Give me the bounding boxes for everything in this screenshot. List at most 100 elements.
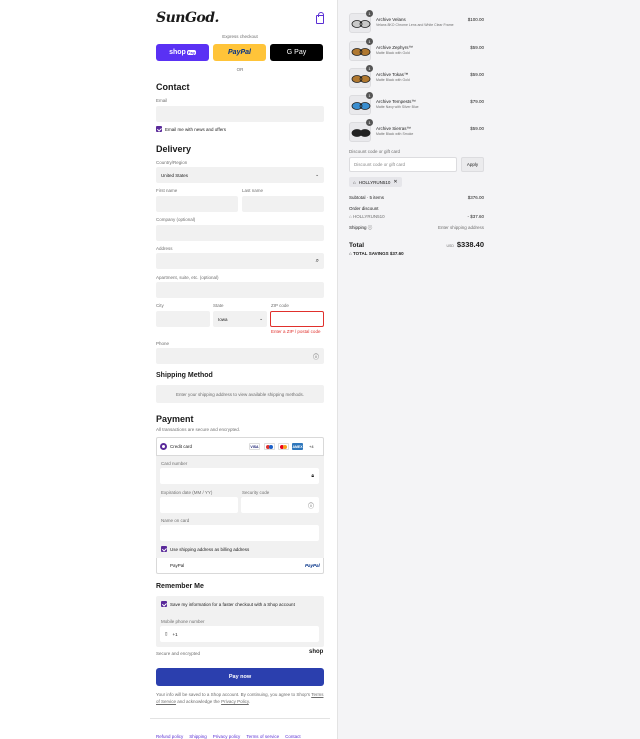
google-pay-button[interactable]: G Pay — [270, 44, 323, 61]
help-icon[interactable]: ⓘ — [313, 352, 319, 361]
shop-pay-button[interactable]: shop Pay — [156, 44, 209, 61]
product-name: Archive Sierras™ — [376, 126, 412, 131]
help-icon[interactable]: ⓘ — [368, 225, 373, 230]
product-name: Archive Velans — [376, 17, 406, 22]
apply-button[interactable]: Apply — [461, 157, 484, 172]
company-label: Company (optional) — [156, 217, 196, 222]
subtotal-label: Subtotal · 5 items — [349, 195, 385, 200]
name-on-card-field[interactable] — [160, 525, 319, 541]
company-field[interactable] — [156, 225, 324, 241]
legal-text: Your info will be saved to a Shop accoun… — [156, 691, 326, 705]
terms-of-service-link[interactable]: Terms of service — [246, 734, 279, 739]
total-row: Total USD $338.40 — [349, 240, 484, 249]
product-variant: Velans 8KO Chrome Lens and White Clear F… — [376, 23, 454, 27]
save-info-checkbox[interactable] — [161, 601, 167, 607]
payment-heading: Payment — [156, 414, 194, 424]
brand-logo[interactable]: SunGod. — [156, 10, 219, 26]
first-name-field[interactable] — [156, 196, 238, 212]
discount-input[interactable]: Discount code or gift card — [349, 157, 457, 172]
security-code-label: Security code — [242, 490, 270, 495]
summary-discount-code: HOLLYRUN510 — [352, 214, 385, 219]
chevron-down-icon: ⌄ — [259, 316, 263, 321]
product-name: Archive Zephyrs™ — [376, 45, 414, 50]
sunglasses-icon — [351, 75, 371, 83]
last-name-label: Last name — [242, 188, 264, 193]
product-price: $100.00 — [467, 17, 484, 22]
contact-heading: Contact — [156, 82, 190, 92]
remove-discount-icon[interactable]: ✕ — [393, 179, 397, 185]
discount-code-row: ⌂ HOLLYRUN510- $37.60 — [349, 214, 484, 219]
credit-card-label: Credit card — [170, 444, 193, 449]
product-variant: Matte Black with Gold — [376, 51, 410, 55]
newsletter-checkbox[interactable] — [156, 126, 162, 132]
quantity-badge: 1 — [366, 119, 373, 126]
country-value: United States — [161, 172, 189, 178]
apartment-field[interactable] — [156, 282, 324, 298]
zip-field[interactable] — [270, 311, 324, 327]
refund-policy-link[interactable]: Refund policy — [156, 734, 183, 739]
privacy-link[interactable]: Privacy Policy — [221, 699, 249, 704]
city-label: City — [156, 303, 164, 308]
contact-link[interactable]: Contact — [285, 734, 301, 739]
quantity-badge: 1 — [366, 65, 373, 72]
delivery-heading: Delivery — [156, 144, 192, 154]
address-field[interactable]: ⌕ — [156, 253, 324, 269]
shipping-link[interactable]: Shipping — [189, 734, 207, 739]
mobile-label: Mobile phone number — [161, 619, 205, 624]
phone-field[interactable]: ⓘ — [156, 348, 324, 364]
security-code-field[interactable]: ⓘ — [241, 497, 319, 513]
expiration-field[interactable] — [160, 497, 238, 513]
amex-logo: AMEX — [292, 443, 303, 450]
state-select[interactable]: Iowa ⌄ — [213, 311, 267, 327]
mobile-field[interactable]: ▯ +1 — [160, 626, 319, 642]
express-checkout-label: Express checkout — [222, 34, 258, 39]
pay-now-button[interactable]: Pay now — [156, 668, 324, 686]
subtotal-row: Subtotal · 5 items $376.00 — [349, 195, 484, 200]
card-number-field[interactable]: 🔒︎ — [160, 468, 319, 484]
billing-same-checkbox[interactable] — [161, 546, 167, 552]
product-name: Archive Tokas™ — [376, 72, 409, 77]
lock-icon: 🔒︎ — [311, 473, 314, 479]
state-value: Iowa — [218, 316, 228, 322]
product-price: $59.00 — [470, 126, 484, 131]
product-name: Archive Tempests™ — [376, 99, 416, 104]
shipping-row: Shipping ⓘ Enter shipping address — [349, 225, 484, 231]
state-label: State — [213, 303, 224, 308]
shop-pay-badge: Pay — [186, 50, 196, 55]
privacy-policy-link[interactable]: Privacy policy — [213, 734, 241, 739]
mastercard-logo — [278, 443, 289, 450]
legal-line2: and acknowledge the — [177, 699, 220, 704]
shipping-info-box: Enter your shipping address to view avai… — [156, 385, 324, 403]
order-discount-label: Order discount — [349, 206, 379, 211]
sunglasses-icon — [351, 102, 371, 110]
quantity-badge: 1 — [366, 10, 373, 17]
expiration-label: Expiration date (MM / YY) — [161, 490, 213, 495]
card-number-label: Card number — [161, 461, 188, 466]
address-label: Address — [156, 246, 173, 251]
shop-logo: shop — [309, 649, 324, 655]
product-price: $79.00 — [470, 99, 484, 104]
sunglasses-icon — [351, 48, 371, 56]
zip-error: Enter a ZIP / postal code — [271, 329, 321, 334]
country-select[interactable]: United States ⌄ — [156, 167, 324, 183]
paypal-button[interactable]: PayPal — [213, 44, 266, 61]
sunglasses-icon — [351, 20, 371, 28]
shop-pay-label: shop — [169, 49, 186, 56]
quantity-badge: 1 — [366, 92, 373, 99]
phone-label: Phone — [156, 341, 170, 346]
phone-icon: ▯ — [165, 631, 168, 636]
maestro-logo — [264, 443, 275, 450]
product-variant: Matte Black with Smoke — [376, 132, 414, 136]
quantity-badge: 1 — [366, 38, 373, 45]
shopping-bag-icon[interactable] — [316, 12, 324, 24]
shipping-summary-value: Enter shipping address — [437, 225, 484, 230]
search-icon: ⌕ — [315, 257, 319, 264]
last-name-field[interactable] — [242, 196, 324, 212]
email-field[interactable] — [156, 106, 324, 122]
newsletter-label: Email me with news and offers — [165, 127, 226, 132]
help-icon[interactable]: ⓘ — [308, 501, 314, 510]
credit-card-radio[interactable] — [160, 443, 167, 450]
apartment-label: Apartment, suite, etc. (optional) — [156, 275, 219, 280]
city-field[interactable] — [156, 311, 210, 327]
shipping-summary-label: Shipping — [349, 225, 367, 230]
